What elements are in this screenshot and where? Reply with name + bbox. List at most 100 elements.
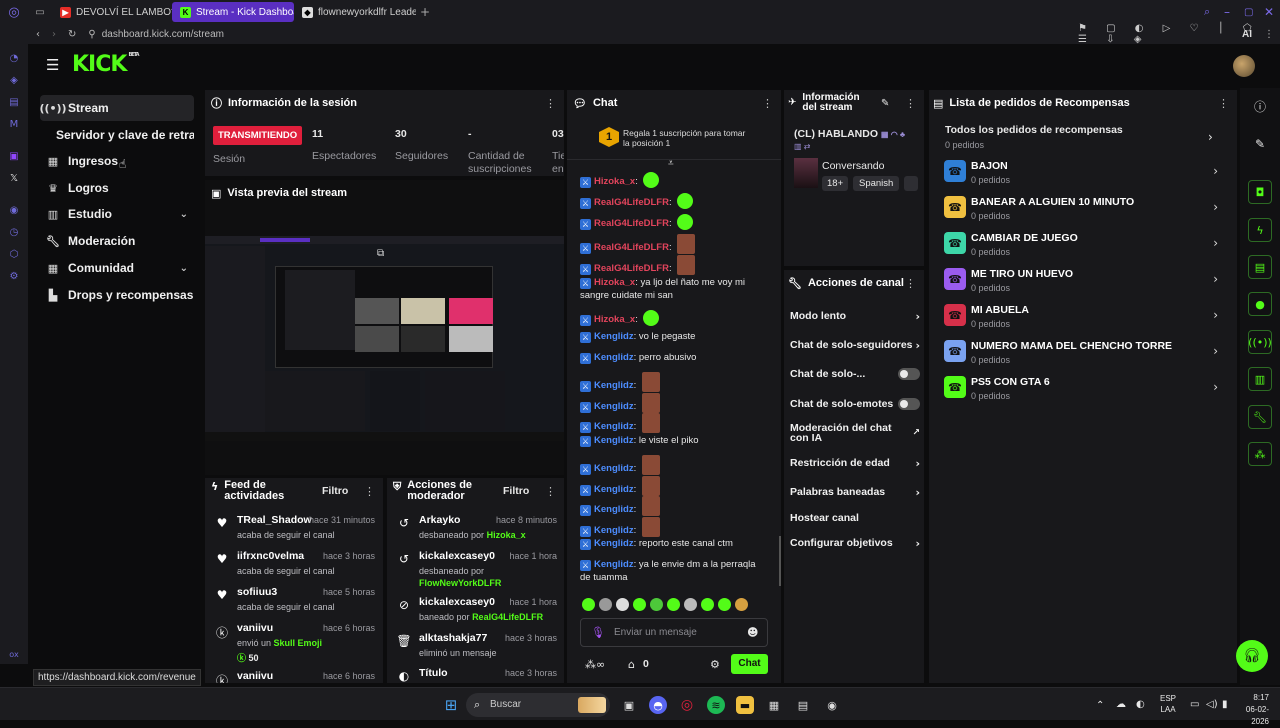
pinned-toggle-icon[interactable]: ⩡ xyxy=(668,158,674,169)
tab-workspaces-icon[interactable]: ▭ xyxy=(28,7,52,18)
reward-item[interactable]: ☎ CAMBIAR DE JUEGO 0 pedidos › xyxy=(944,230,1222,264)
chat-username[interactable]: Hizoka_x xyxy=(594,314,635,325)
language-indicator[interactable]: ESP LAA xyxy=(1160,693,1176,715)
opera-icon[interactable]: ◎ xyxy=(678,696,696,714)
emote[interactable] xyxy=(718,598,731,611)
emote[interactable] xyxy=(582,598,595,611)
more-options-icon[interactable]: ⋮ xyxy=(1218,97,1229,110)
rail-broadcast-icon[interactable]: ((•)) xyxy=(1248,330,1272,354)
chat-input[interactable]: 🎙︎ Enviar un mensaje ☻ xyxy=(580,618,768,647)
nav-estudio[interactable]: ▥ Estudio ⌄ xyxy=(40,201,194,227)
reward-item[interactable]: ☎ BAJON 0 pedidos › xyxy=(944,158,1222,192)
edit-pencil-icon[interactable]: ✎ xyxy=(1252,136,1268,152)
rail-community-icon[interactable]: ⁂ xyxy=(1248,442,1272,466)
spotify-icon[interactable]: ≋ xyxy=(707,696,725,714)
rail-wrench-icon[interactable]: 🔧︎ xyxy=(1248,405,1272,429)
nav-comunidad[interactable]: ▦ Comunidad ⌄ xyxy=(40,255,194,281)
channel-action-item[interactable]: Chat de solo-seguidores › xyxy=(790,335,920,355)
tray-app-icon[interactable]: ◐ xyxy=(1136,699,1145,710)
more-options-icon[interactable]: ⋮ xyxy=(762,97,773,110)
forward-icon[interactable]: › xyxy=(52,29,56,40)
feed-filter-button[interactable]: Filtro xyxy=(322,485,348,497)
tag-chip[interactable]: 18+ xyxy=(822,176,849,191)
emote[interactable] xyxy=(616,598,629,611)
channel-action-item[interactable]: Hostear canal xyxy=(790,508,920,528)
chat-username[interactable]: RealG4LifeDLFR xyxy=(594,218,669,229)
emote[interactable] xyxy=(650,598,663,611)
app-icon[interactable]: ▤ xyxy=(794,696,812,714)
more-options-icon[interactable]: ⋮ xyxy=(364,485,375,498)
search-tabs-icon[interactable]: ⌕ xyxy=(1204,5,1210,19)
emote[interactable] xyxy=(684,598,697,611)
tag-chip-overflow[interactable] xyxy=(904,176,918,191)
emote[interactable] xyxy=(701,598,714,611)
ai-button[interactable]: AI xyxy=(1242,29,1252,40)
chrome-icon[interactable]: ◉ xyxy=(823,696,841,714)
chat-username[interactable]: Kenglidz xyxy=(594,525,634,536)
chat-username[interactable]: Kenglidz xyxy=(594,559,634,570)
chevron-right-icon[interactable]: › xyxy=(1208,130,1213,144)
mod-filter-button[interactable]: Filtro xyxy=(503,485,529,497)
chat-username[interactable]: Kenglidz xyxy=(594,435,634,446)
chat-emote[interactable] xyxy=(677,193,694,209)
popout-icon[interactable]: ⧉ xyxy=(377,248,384,259)
chat-username[interactable]: Kenglidz xyxy=(594,484,634,495)
channel-action-item[interactable]: Chat de solo-... xyxy=(790,364,920,384)
chat-username[interactable]: Kenglidz xyxy=(594,380,634,391)
chat-emote[interactable] xyxy=(641,476,660,496)
rail-layout-icon[interactable]: ▥ xyxy=(1248,367,1272,391)
menu-icon[interactable]: ⋮ xyxy=(1264,29,1274,40)
chat-emote[interactable] xyxy=(641,455,660,475)
chat-emote[interactable] xyxy=(643,310,660,326)
chat-username[interactable]: Kenglidz xyxy=(594,401,634,412)
channel-action-item[interactable]: Modo lento › xyxy=(790,306,920,326)
help-chat-icon[interactable]: 🎧︎ xyxy=(1236,640,1268,672)
maximize-icon[interactable]: ▢ xyxy=(1244,7,1253,18)
chat-username[interactable]: RealG4LifeDLFR xyxy=(594,242,669,253)
task-view-icon[interactable]: ▣ xyxy=(620,696,638,714)
channel-action-item[interactable]: Configurar objetivos › xyxy=(790,533,920,553)
tray-volume-icon[interactable]: ◁) xyxy=(1206,699,1218,710)
tab-leaderboard[interactable]: ◆ flownewyorkdlfr LeaderBo xyxy=(294,2,416,22)
nav-drops[interactable]: ▙ Drops y recompensas xyxy=(40,282,194,308)
chat-username[interactable]: Hizoka_x xyxy=(594,277,635,288)
reward-item[interactable]: ☎ MI ABUELA 0 pedidos › xyxy=(944,302,1222,336)
sidebar-x-icon[interactable]: 𝕏 xyxy=(8,172,20,184)
file-explorer-icon[interactable]: ▬ xyxy=(736,696,754,714)
chat-emote[interactable] xyxy=(641,372,660,392)
reload-icon[interactable]: ↻ xyxy=(68,29,76,40)
stream-preview-video[interactable]: ⧉ xyxy=(205,236,564,441)
more-options-icon[interactable]: ⋮ xyxy=(545,97,556,110)
clock[interactable]: 8:17 06-02-2026 xyxy=(1233,692,1269,728)
chat-username[interactable]: Kenglidz xyxy=(594,504,634,515)
discord-icon[interactable]: ◓ xyxy=(649,696,667,714)
chat-username[interactable]: Kenglidz xyxy=(594,463,634,474)
browser-logo-icon[interactable]: ◎ xyxy=(0,5,28,20)
chat-emote[interactable] xyxy=(641,413,660,433)
channel-action-item[interactable]: Chat de solo-emotes xyxy=(790,394,920,414)
chat-emote[interactable] xyxy=(677,234,696,254)
sidebar-twitch-icon[interactable]: ▣ xyxy=(8,150,20,162)
tray-display-icon[interactable]: ▭ xyxy=(1190,699,1199,710)
reward-item[interactable]: ☎ NUMERO MAMA DEL CHENCHO TORRE 0 pedidos › xyxy=(944,338,1222,372)
chat-emote[interactable] xyxy=(641,393,660,413)
kick-logo[interactable]: KICK BETA xyxy=(72,52,140,77)
chat-username[interactable]: Kenglidz xyxy=(594,421,634,432)
sidebar-bag-icon[interactable]: ◈ xyxy=(8,74,20,86)
minimize-icon[interactable]: – xyxy=(1224,5,1230,19)
chat-username[interactable]: Kenglidz xyxy=(594,331,634,342)
sidebar-player-icon[interactable]: ◉ xyxy=(8,204,20,216)
nav-moderacion[interactable]: 🔧︎ Moderación xyxy=(40,228,194,254)
toggle-switch[interactable] xyxy=(898,398,920,410)
store-icon[interactable]: ⌂ xyxy=(628,658,635,671)
sidebar-settings-icon[interactable]: ⚙ xyxy=(8,270,20,282)
reward-item[interactable]: ☎ PS5 CON GTA 6 0 pedidos › xyxy=(944,374,1222,408)
chat-username[interactable]: RealG4LifeDLFR xyxy=(594,197,669,208)
rail-lightning-icon[interactable]: ϟ xyxy=(1248,218,1272,242)
chat-username[interactable]: RealG4LifeDLFR xyxy=(594,263,669,274)
url-text[interactable]: dashboard.kick.com/stream xyxy=(102,29,224,40)
channel-action-item[interactable]: Palabras baneadas › xyxy=(790,482,920,502)
emote[interactable] xyxy=(633,598,646,611)
rail-viewer-icon[interactable]: ◘ xyxy=(1248,180,1272,204)
rail-chat-icon[interactable]: ● xyxy=(1248,292,1272,316)
